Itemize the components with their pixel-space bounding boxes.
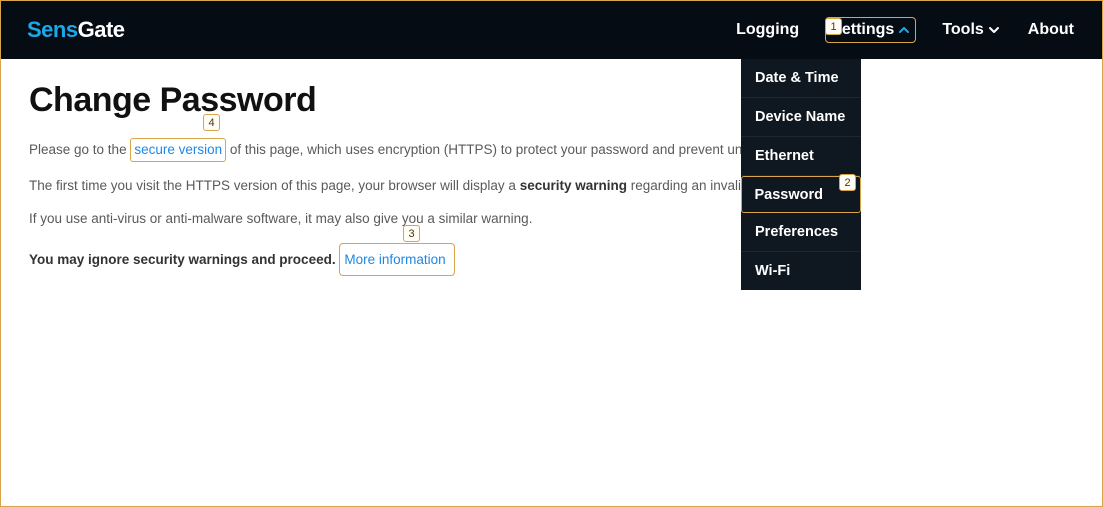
dropdown-item-device-name[interactable]: Device Name bbox=[741, 98, 861, 137]
dropdown-item-preferences[interactable]: Preferences bbox=[741, 213, 861, 252]
page-title: Change Password bbox=[29, 81, 1074, 120]
dropdown-label: Device Name bbox=[755, 109, 845, 125]
nav-items: Logging Settings Tools About bbox=[734, 17, 1076, 43]
main-content: Change Password Please go to the secure … bbox=[1, 59, 1102, 312]
text-strong: You may ignore security warnings and pro… bbox=[29, 252, 336, 267]
dropdown-label: Ethernet bbox=[755, 148, 814, 164]
nav-logging[interactable]: Logging bbox=[734, 17, 801, 43]
paragraph-2: The first time you visit the HTTPS versi… bbox=[29, 176, 1074, 196]
dropdown-item-wifi[interactable]: Wi-Fi bbox=[741, 252, 861, 290]
nav-about-label: About bbox=[1028, 21, 1074, 39]
secure-version-link[interactable]: secure version bbox=[134, 142, 222, 157]
more-information-link-box: More information bbox=[339, 243, 454, 277]
paragraph-4: You may ignore security warnings and pro… bbox=[29, 243, 1074, 277]
text: The first time you visit the HTTPS versi… bbox=[29, 178, 520, 193]
nav-logging-label: Logging bbox=[736, 21, 799, 39]
more-information-link[interactable]: More information bbox=[344, 252, 445, 267]
dropdown-label: Wi-Fi bbox=[755, 263, 790, 279]
callout-2: 2 bbox=[839, 174, 856, 191]
nav-tools[interactable]: Tools bbox=[940, 17, 1001, 43]
brand-part1: Sens bbox=[27, 17, 78, 42]
dropdown-label: Preferences bbox=[755, 224, 838, 240]
paragraph-3: If you use anti-virus or anti-malware so… bbox=[29, 209, 1074, 229]
nav-about[interactable]: About bbox=[1026, 17, 1076, 43]
callout-4: 4 bbox=[203, 114, 220, 131]
text: Please go to the bbox=[29, 142, 130, 157]
nav-tools-label: Tools bbox=[942, 21, 983, 39]
secure-version-link-box: secure version bbox=[130, 138, 226, 162]
callout-3: 3 bbox=[403, 225, 420, 242]
chevron-up-icon bbox=[898, 24, 910, 36]
chevron-down-icon bbox=[988, 24, 1000, 36]
callout-1: 1 bbox=[825, 18, 842, 35]
text-strong: security warning bbox=[520, 178, 627, 193]
paragraph-1: Please go to the secure version of this … bbox=[29, 138, 1074, 162]
dropdown-label: Password bbox=[755, 187, 824, 203]
dropdown-label: Date & Time bbox=[755, 70, 839, 86]
navbar: SensGate Logging Settings Tools About bbox=[1, 1, 1102, 59]
dropdown-item-ethernet[interactable]: Ethernet bbox=[741, 137, 861, 176]
dropdown-item-date-time[interactable]: Date & Time bbox=[741, 59, 861, 98]
brand-logo[interactable]: SensGate bbox=[27, 17, 125, 43]
brand-part2: Gate bbox=[78, 17, 125, 42]
